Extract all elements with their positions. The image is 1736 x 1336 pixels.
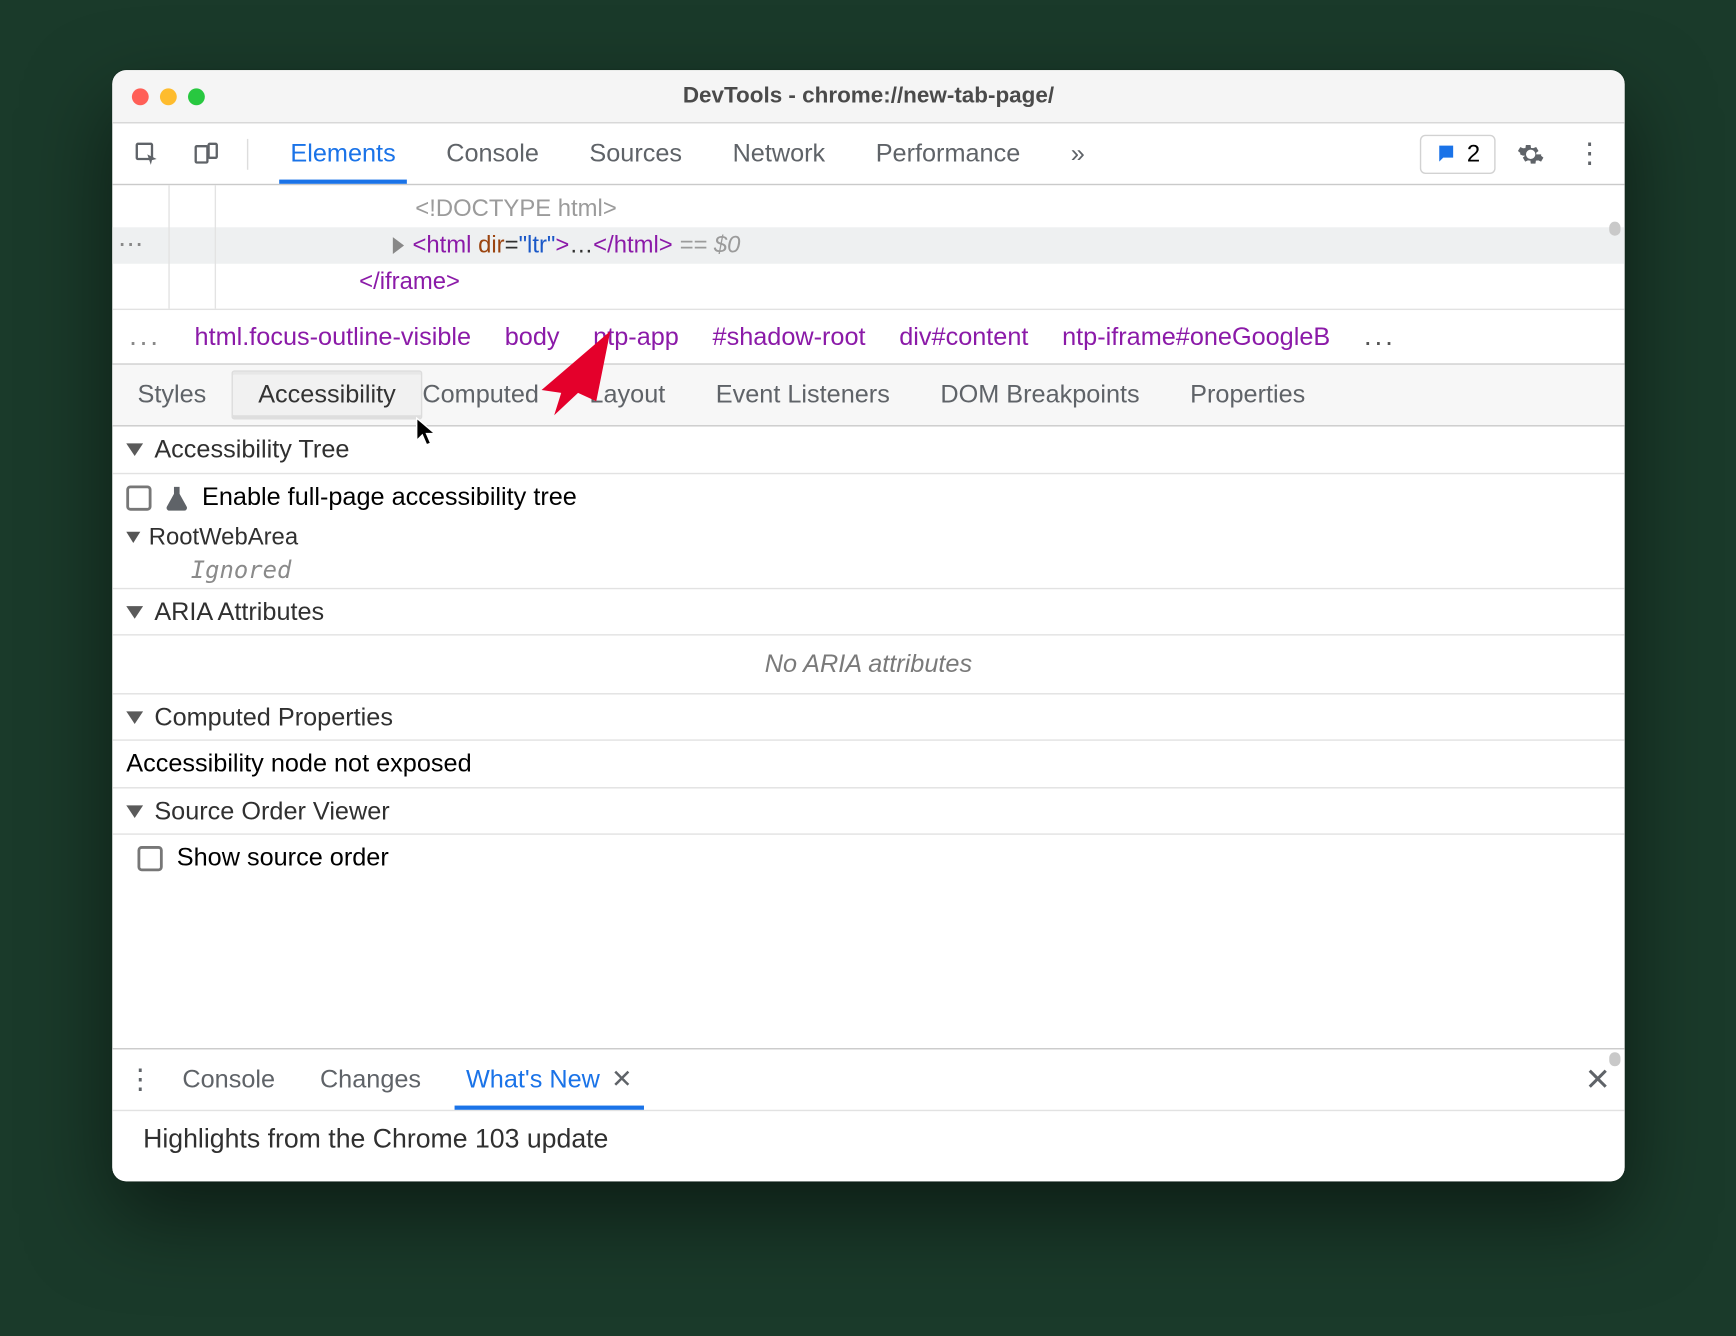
gear-icon: [1517, 140, 1545, 168]
disclosure-icon: [126, 805, 143, 818]
breadcrumb-item[interactable]: ntp-iframe#oneGoogleB: [1062, 322, 1330, 351]
subtab-accessibility[interactable]: Accessibility: [232, 370, 423, 419]
dom-line[interactable]: <!DOCTYPE html>: [112, 191, 1624, 227]
enable-full-tree-label: Enable full-page accessibility tree: [202, 483, 577, 512]
close-drawer-button[interactable]: ✕: [1585, 1061, 1611, 1097]
gutter-ellipsis: ⋯: [118, 230, 145, 259]
device-toggle-button[interactable]: [182, 131, 230, 176]
accessibility-panel: Accessibility Tree Enable full-page acce…: [112, 427, 1624, 882]
issues-badge[interactable]: 2: [1419, 134, 1495, 173]
computed-note: Accessibility node not exposed: [112, 741, 1624, 787]
drawer-tab-console[interactable]: Console: [160, 1049, 298, 1109]
kebab-icon: ⋮: [1576, 136, 1604, 171]
expand-icon[interactable]: [393, 237, 404, 254]
settings-button[interactable]: [1507, 131, 1555, 176]
disclosure-icon: [126, 443, 143, 456]
breadcrumb: ... html.focus-outline-visible body ntp-…: [112, 309, 1624, 365]
scrollbar-thumb[interactable]: [1609, 1052, 1620, 1066]
dom-tree[interactable]: ⋯ <!DOCTYPE html> <html dir="ltr">…</htm…: [112, 185, 1624, 308]
disclosure-icon: [126, 711, 143, 724]
breadcrumb-item[interactable]: html.focus-outline-visible: [195, 322, 472, 351]
drawer: ⋮ Console Changes What's New ✕ ✕ Highlig…: [112, 1048, 1624, 1181]
a11y-tree-ignored[interactable]: Ignored: [112, 554, 1624, 588]
annotation-arrow-icon: [533, 323, 631, 421]
scrollbar-thumb[interactable]: [1609, 222, 1620, 236]
section-aria-attributes[interactable]: ARIA Attributes: [112, 588, 1624, 636]
titlebar: DevTools - chrome://new-tab-page/: [112, 70, 1624, 123]
zoom-window-button[interactable]: [188, 88, 205, 105]
subtab-event-listeners[interactable]: Event Listeners: [691, 365, 916, 425]
flask-icon: [166, 485, 188, 510]
dom-line[interactable]: </iframe>: [112, 264, 1624, 300]
traffic-lights: [112, 88, 205, 105]
main-tabs: Elements Console Sources Network Perform…: [265, 123, 1110, 183]
devtools-window: DevTools - chrome://new-tab-page/ Elemen…: [112, 70, 1624, 1181]
section-source-order-viewer[interactable]: Source Order Viewer: [112, 787, 1624, 835]
section-computed-properties[interactable]: Computed Properties: [112, 693, 1624, 741]
aria-empty-note: No ARIA attributes: [112, 636, 1624, 694]
cursor-icon: [415, 417, 437, 448]
tabs-overflow[interactable]: »: [1046, 123, 1111, 183]
separator: [247, 138, 248, 169]
subtab-properties[interactable]: Properties: [1165, 365, 1331, 425]
subtab-dom-breakpoints[interactable]: DOM Breakpoints: [915, 365, 1165, 425]
kebab-menu-button[interactable]: ⋮: [1566, 131, 1614, 176]
show-source-order-checkbox[interactable]: [137, 845, 162, 870]
drawer-tab-whats-new[interactable]: What's New ✕: [444, 1049, 655, 1109]
drawer-tab-changes[interactable]: Changes: [298, 1049, 444, 1109]
tab-sources[interactable]: Sources: [564, 123, 707, 183]
main-toolbar: Elements Console Sources Network Perform…: [112, 123, 1624, 185]
enable-full-tree-row: Enable full-page accessibility tree: [112, 474, 1624, 520]
drawer-tabs: ⋮ Console Changes What's New ✕ ✕: [112, 1049, 1624, 1111]
tab-elements[interactable]: Elements: [265, 123, 421, 183]
issues-count: 2: [1467, 140, 1480, 168]
subtab-styles[interactable]: Styles: [112, 365, 231, 425]
breadcrumb-item[interactable]: #shadow-root: [713, 322, 866, 351]
close-tab-icon[interactable]: ✕: [611, 1065, 632, 1094]
sidebar-tabs: Styles Accessibility Computed Layout Eve…: [112, 365, 1624, 427]
a11y-tree-root[interactable]: RootWebArea: [112, 521, 1624, 555]
disclosure-icon[interactable]: [126, 532, 140, 543]
enable-full-tree-checkbox[interactable]: [126, 485, 151, 510]
close-window-button[interactable]: [132, 88, 149, 105]
window-title: DevTools - chrome://new-tab-page/: [112, 83, 1624, 108]
tab-network[interactable]: Network: [707, 123, 850, 183]
show-source-order-row: Show source order: [112, 835, 1624, 881]
drawer-kebab[interactable]: ⋮: [121, 1049, 160, 1109]
inspect-element-button[interactable]: [123, 131, 171, 176]
breadcrumb-trail[interactable]: ...: [1364, 321, 1396, 353]
minimize-window-button[interactable]: [160, 88, 177, 105]
show-source-order-label: Show source order: [177, 843, 389, 872]
breadcrumb-item[interactable]: div#content: [899, 322, 1028, 351]
disclosure-icon: [126, 605, 143, 618]
dom-line-selected[interactable]: <html dir="ltr">…</html> == $0: [112, 227, 1624, 263]
breadcrumb-lead[interactable]: ...: [129, 321, 161, 353]
whats-new-headline: Highlights from the Chrome 103 update: [143, 1125, 608, 1154]
drawer-body: Highlights from the Chrome 103 update: [112, 1111, 1624, 1181]
tab-performance[interactable]: Performance: [850, 123, 1045, 183]
tab-console[interactable]: Console: [421, 123, 564, 183]
section-accessibility-tree[interactable]: Accessibility Tree: [112, 427, 1624, 475]
